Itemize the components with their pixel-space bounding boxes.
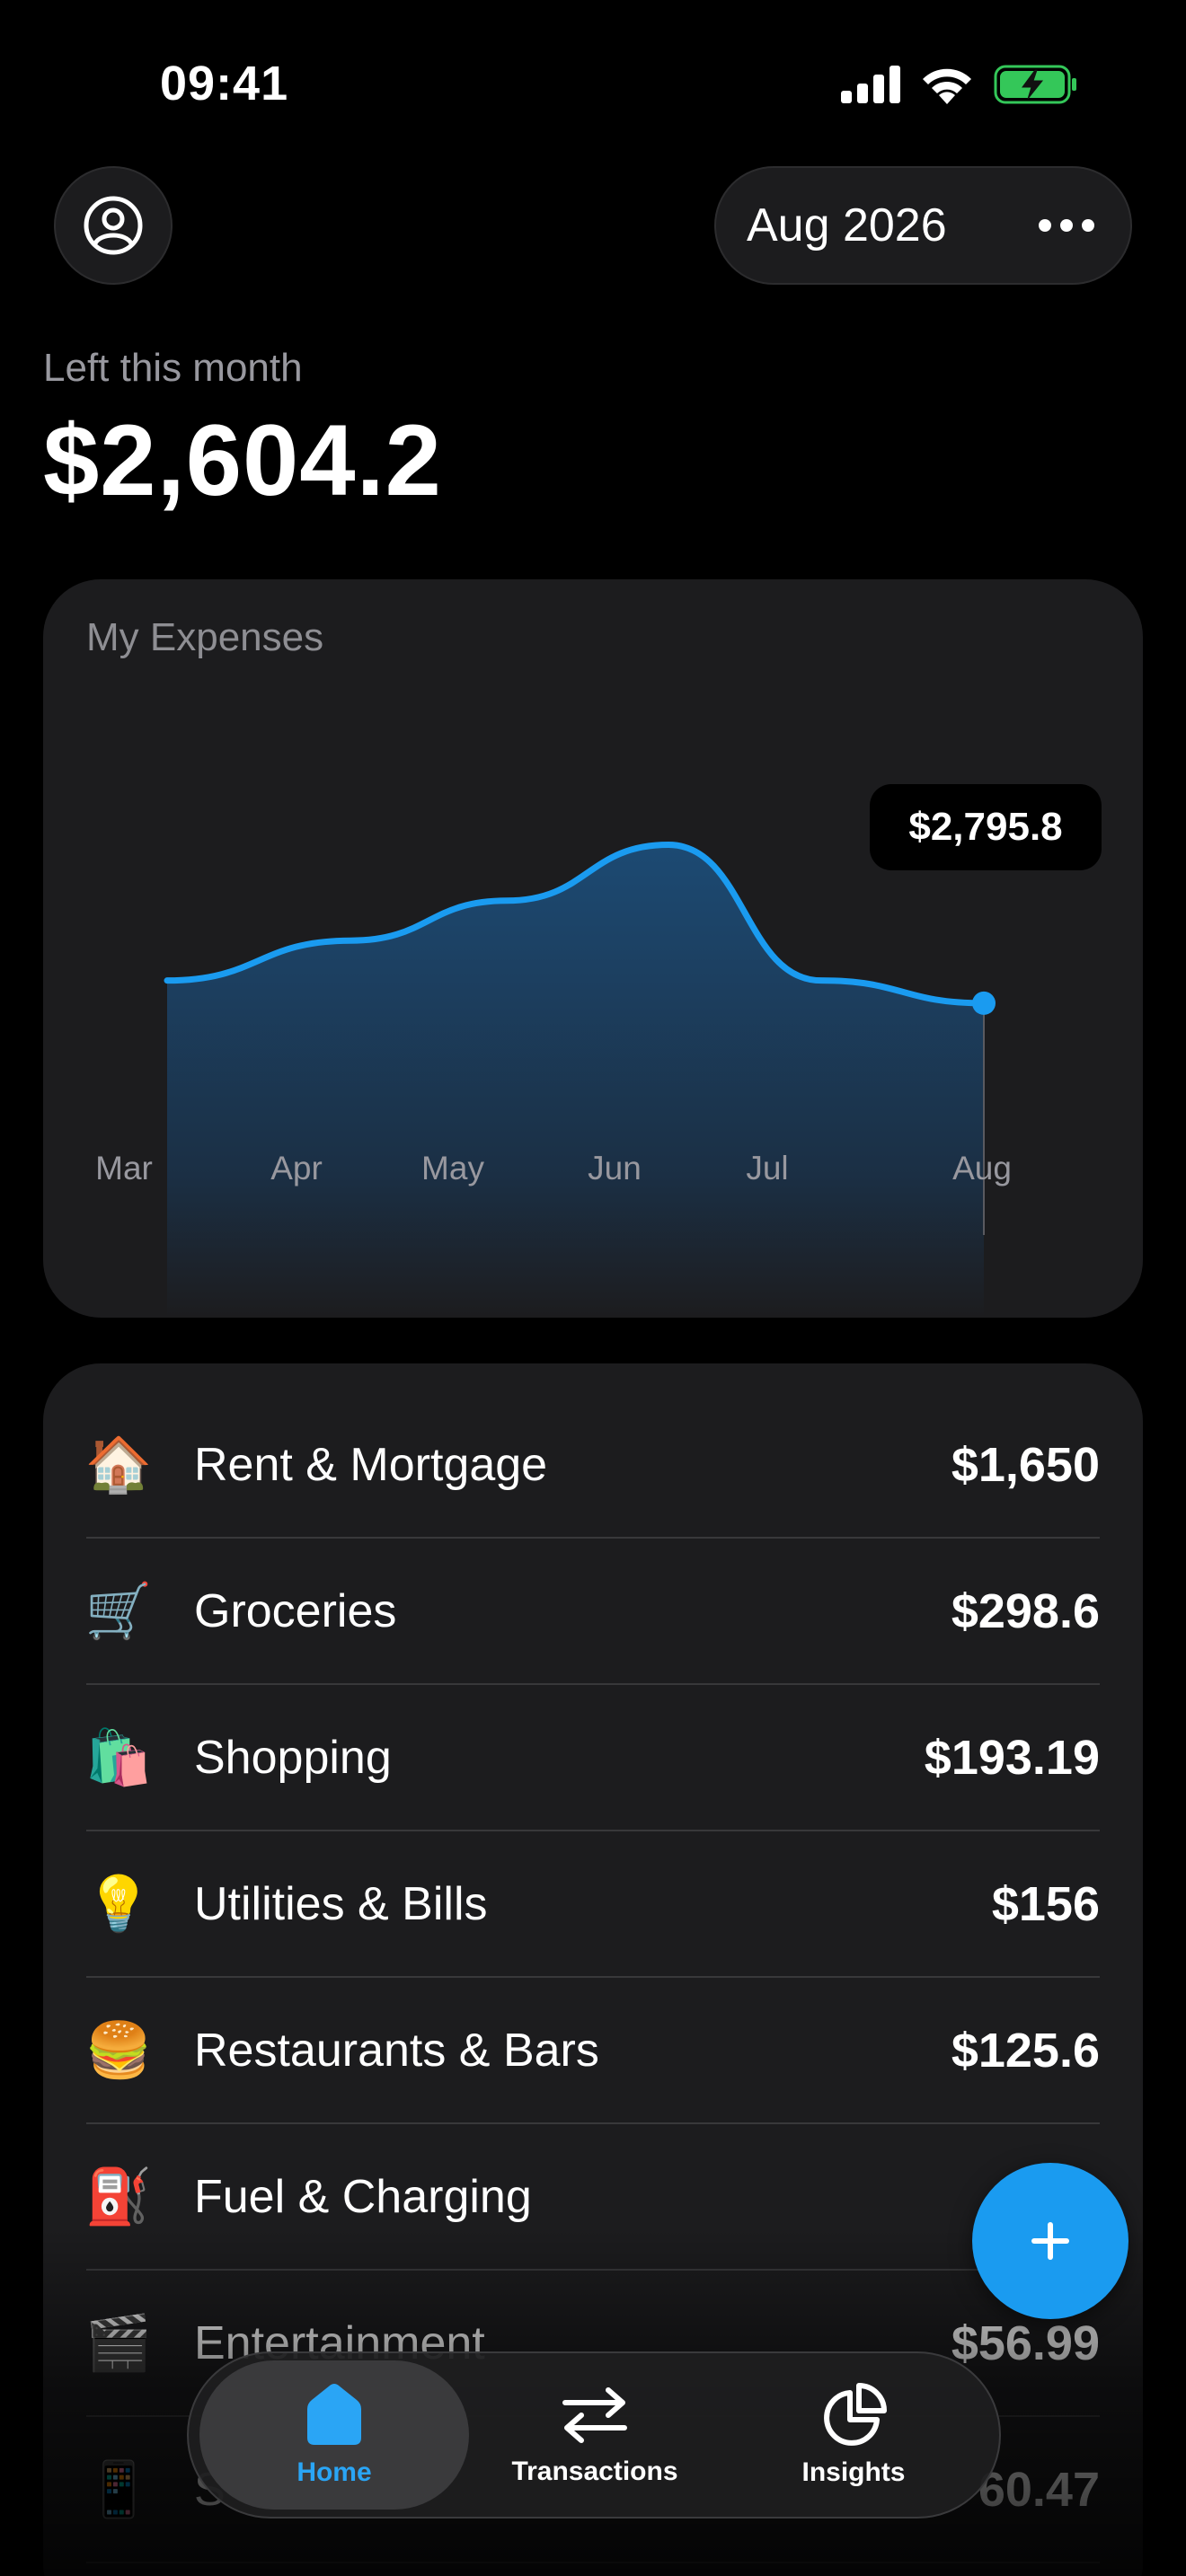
plus-icon	[1031, 2222, 1069, 2260]
chart-area	[167, 844, 984, 1318]
tab-insights[interactable]: Insights	[719, 2360, 988, 2510]
add-transaction-button[interactable]	[972, 2163, 1128, 2319]
tab-home[interactable]: Home	[199, 2360, 469, 2510]
chart-highlight-point[interactable]	[972, 991, 996, 1015]
category-name: Restaurants & Bars	[194, 2024, 599, 2077]
status-bar: 09:41	[0, 0, 1186, 171]
category-amount: $1,650	[951, 1437, 1100, 1492]
status-time: 09:41	[160, 57, 289, 110]
home-icon	[307, 2384, 361, 2445]
category-name: Shopping	[194, 1731, 392, 1784]
profile-icon	[84, 196, 143, 255]
category-row[interactable]: 💡 Utilities & Bills $156	[84, 1831, 1100, 1978]
phone-icon: 📱	[84, 2459, 153, 2519]
category-amount: $56.99	[951, 2316, 1100, 2370]
x-tick-label: Apr	[270, 1150, 323, 1187]
expenses-chart[interactable]: Mar Apr May Jun Jul Aug	[43, 579, 1143, 1318]
signal-icon	[841, 66, 900, 103]
category-row[interactable]: 🏠 Rent & Mortgage $1,650	[84, 1392, 1100, 1539]
chart-tooltip: $2,795.8	[870, 784, 1102, 870]
wifi-icon	[923, 68, 971, 104]
category-amount: 60.47	[978, 2462, 1100, 2517]
burger-icon: 🍔	[84, 2020, 153, 2080]
category-amount: $156	[991, 1876, 1100, 1931]
month-label: Aug 2026	[747, 199, 947, 251]
category-amount: $298.6	[951, 1584, 1100, 1638]
shopping-bags-icon: 🛍️	[84, 1727, 153, 1787]
pie-chart-icon	[824, 2383, 887, 2446]
balance-label: Left this month	[43, 346, 303, 390]
category-amount: $193.19	[924, 1730, 1100, 1785]
tab-transactions[interactable]: Transactions	[460, 2360, 730, 2510]
x-tick-label: Jun	[588, 1150, 642, 1187]
category-amount: $125.6	[951, 2023, 1100, 2078]
category-name: Fuel & Charging	[194, 2170, 532, 2223]
cart-icon: 🛒	[84, 1581, 153, 1641]
tab-insights-label: Insights	[801, 2457, 906, 2487]
transfer-arrows-icon	[562, 2387, 627, 2443]
x-tick-label: Aug	[952, 1150, 1012, 1187]
balance-value: $2,604.2	[43, 404, 442, 516]
tab-transactions-label: Transactions	[511, 2457, 678, 2486]
category-name: Groceries	[194, 1584, 397, 1637]
profile-button[interactable]	[54, 166, 173, 285]
tab-home-label: Home	[296, 2457, 372, 2487]
expenses-card[interactable]: My Expenses Mar Apr May Jun Jul Aug $2,795.8	[43, 579, 1143, 1318]
house-icon: 🏠	[84, 1434, 153, 1495]
tab-bar: Home Transactions Insights	[187, 2351, 1001, 2519]
month-selector[interactable]: Aug 2026	[714, 166, 1132, 285]
more-icon[interactable]	[1039, 219, 1094, 232]
x-tick-label: Mar	[95, 1150, 153, 1187]
status-icons	[841, 65, 1078, 104]
fuel-pump-icon: ⛽	[84, 2166, 153, 2227]
category-row[interactable]: 🍔 Restaurants & Bars $125.6	[84, 1978, 1100, 2124]
category-name: Rent & Mortgage	[194, 1438, 548, 1491]
battery-charging-icon	[994, 65, 1076, 104]
category-row[interactable]: 🛍️ Shopping $193.19	[84, 1685, 1100, 1831]
x-tick-label: May	[421, 1150, 484, 1187]
lightbulb-icon: 💡	[84, 1874, 153, 1934]
clapperboard-icon: 🎬	[84, 2313, 153, 2373]
category-name: Utilities & Bills	[194, 1877, 488, 1930]
category-row[interactable]: 🛒 Groceries $298.6	[84, 1539, 1100, 1685]
category-row[interactable]: ⛽Fuel & Charging$1	[84, 2124, 1100, 2271]
x-tick-label: Jul	[746, 1150, 788, 1187]
